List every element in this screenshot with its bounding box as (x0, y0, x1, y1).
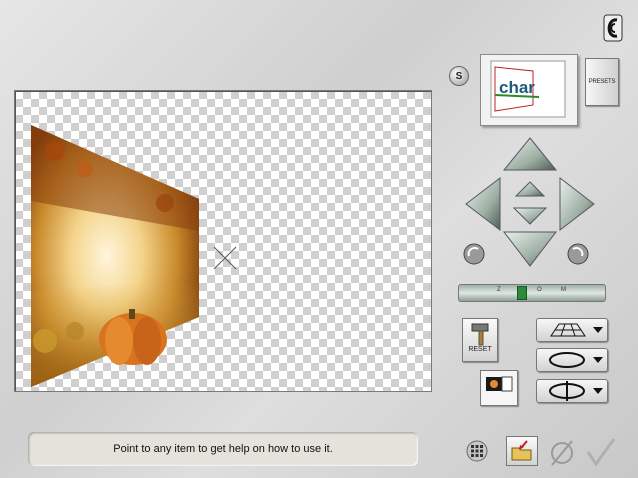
perspective-grid-icon (550, 323, 603, 337)
center-crosshair[interactable] (213, 246, 237, 270)
preview-canvas[interactable] (14, 90, 432, 392)
rotate-right-icon[interactable] (567, 243, 589, 265)
preset-preview[interactable]: char (480, 54, 578, 126)
grid-icon[interactable] (466, 440, 488, 462)
perspective-mode-button[interactable] (536, 318, 608, 342)
hammer-icon (471, 323, 489, 346)
arrow-right-icon[interactable] (559, 176, 595, 232)
help-text: Point to any item to get help on how to … (113, 443, 333, 455)
open-folder-button[interactable] (506, 436, 538, 466)
presets-button-label: PRESETS (588, 79, 616, 85)
open-folder-icon (511, 440, 532, 461)
rotation-mode-button[interactable] (536, 348, 608, 372)
zoom-tick-o: O (537, 287, 542, 293)
preview-text: char (499, 78, 535, 97)
presets-button[interactable]: PRESETS (585, 58, 619, 106)
warped-image[interactable] (31, 125, 199, 387)
arrow-up-icon[interactable] (502, 137, 558, 171)
rotate-left-icon[interactable] (463, 243, 485, 265)
arrow-down-icon[interactable] (502, 231, 558, 267)
reset-button[interactable]: RESET (462, 318, 498, 362)
rotation-ellipse-icon (549, 352, 603, 368)
texture-image-icon (486, 376, 513, 392)
reset-button-label: RESET (468, 346, 492, 353)
zoom-slider[interactable]: Z O M (458, 284, 606, 302)
ok-check-icon[interactable] (584, 436, 618, 468)
help-bar: Point to any item to get help on how to … (28, 432, 418, 466)
zoom-slider-thumb[interactable] (517, 286, 527, 300)
corel-logo-icon (603, 14, 623, 42)
texture-button[interactable] (480, 370, 518, 406)
small-arrow-up-icon[interactable] (514, 181, 546, 197)
zoom-tick-m: M (561, 287, 566, 293)
small-arrow-down-icon[interactable] (512, 207, 548, 225)
show-button-label: S (455, 70, 463, 82)
zoom-tick-z: Z (497, 287, 501, 293)
arrow-left-icon[interactable] (465, 176, 501, 232)
show-button[interactable]: S (449, 66, 469, 86)
cancel-icon[interactable] (548, 438, 576, 468)
axis-mode-button[interactable] (536, 379, 608, 403)
axis-rotate-icon (549, 381, 603, 401)
